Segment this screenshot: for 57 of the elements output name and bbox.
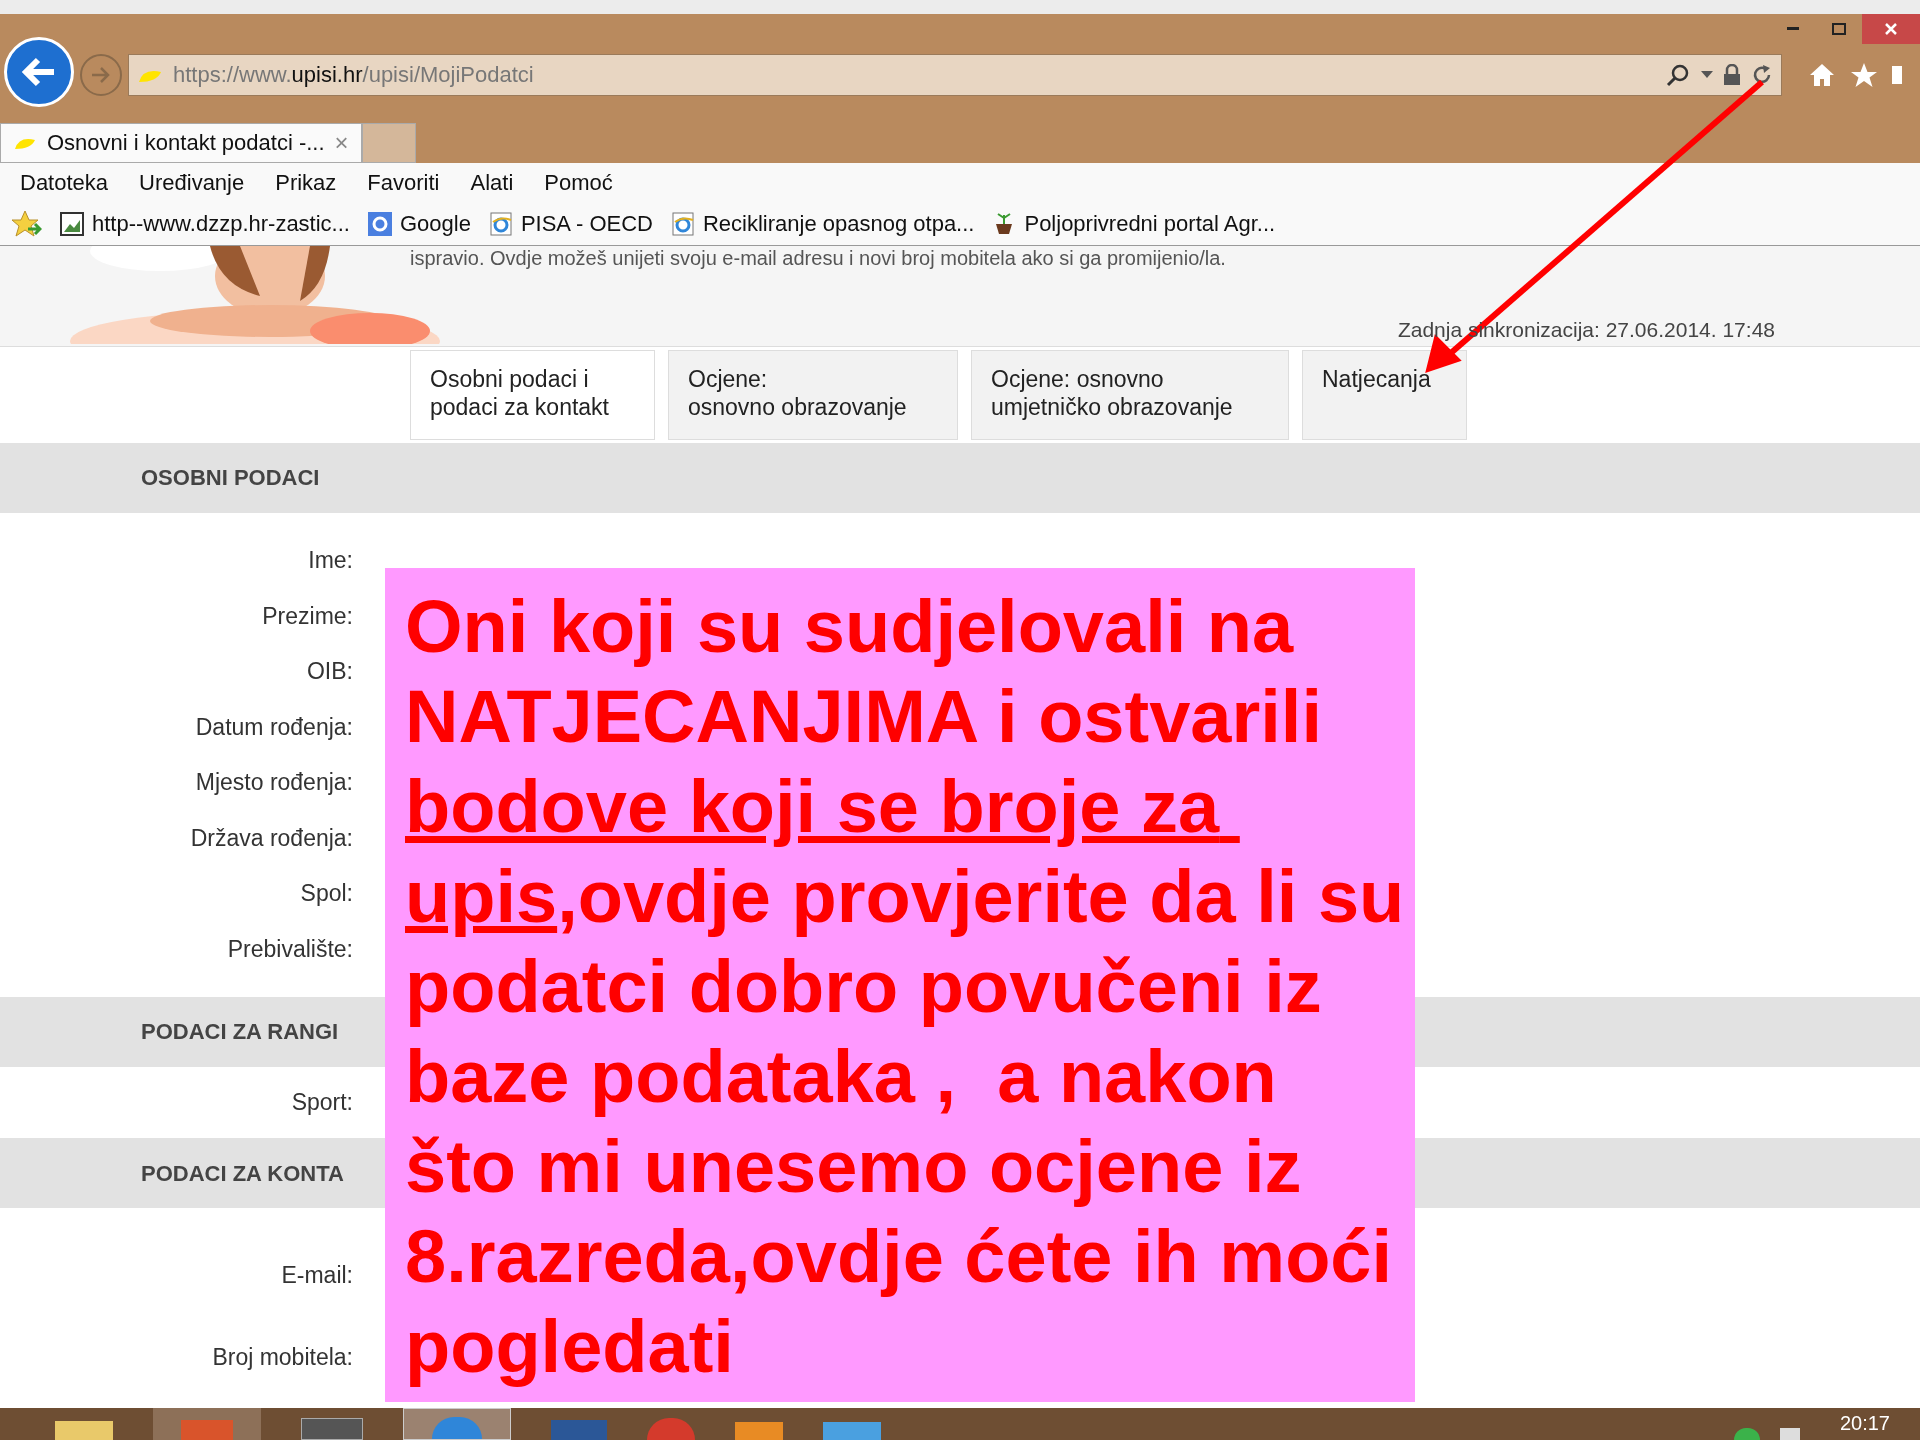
menu-item[interactable]: Pomoć — [544, 165, 613, 199]
caret-icon[interactable] — [1701, 70, 1713, 79]
favorite-link[interactable]: Recikliranje opasnog otpa... — [670, 207, 975, 241]
field-label: Broj mobitela: — [211, 1342, 353, 1372]
new-tab-button[interactable] — [361, 122, 416, 163]
field-label: Mjesto rođenja: — [194, 768, 353, 797]
ie-icon — [488, 211, 513, 236]
field-label: Država rođenja: — [189, 823, 353, 853]
network-icon — [1733, 1428, 1760, 1440]
close-icon — [1884, 21, 1898, 36]
field-label: OIB: — [306, 657, 353, 686]
browser-tab[interactable]: Osnovni i kontakt podatci -... × — [0, 122, 362, 163]
field-label: Datum rođenja: — [194, 712, 353, 742]
clock[interactable]: 20:17 — [1839, 1408, 1890, 1438]
favorites-star-icon[interactable] — [10, 208, 42, 239]
forward-button[interactable] — [80, 53, 122, 96]
favorite-link[interactable]: http--www.dzzp.hr-zastic... — [60, 207, 350, 241]
lock-icon — [1723, 63, 1741, 86]
close-button[interactable] — [1862, 13, 1920, 44]
google-icon — [367, 211, 392, 236]
forward-arrow-icon — [90, 64, 112, 85]
nav-tab[interactable]: Ocjene: osnovno obrazovanje — [668, 349, 958, 440]
tray-icon — [1779, 1428, 1800, 1440]
nav-tab[interactable]: Natjecanja — [1302, 349, 1467, 440]
favorite-link[interactable]: Google — [367, 207, 471, 241]
field-label: Prezime: — [261, 601, 353, 631]
app-icon[interactable] — [647, 1418, 695, 1440]
menu-item[interactable]: Prikaz — [275, 165, 337, 199]
page-icon — [60, 211, 84, 236]
address-bar[interactable]: https://www.upisi.hr/upisi/MojiPodatci — [128, 53, 1782, 96]
close-tab-button[interactable]: × — [334, 124, 349, 161]
section-heading: OSOBNI PODACI — [141, 464, 320, 492]
field-label: Spol: — [299, 879, 353, 908]
tab-title: Osnovni i kontakt podatci -... — [47, 129, 325, 158]
refresh-icon[interactable] — [1751, 63, 1773, 86]
section-heading: PODACI ZA RANGI — [141, 1018, 339, 1046]
field-label: Ime: — [307, 546, 353, 575]
home-icon[interactable] — [1808, 61, 1836, 88]
browser-icon[interactable] — [403, 1408, 511, 1440]
annotation-text: Oni koji su sudjelovali na NATJECANJIMA i ostvarili bodove koji se broje za upis,ovdje provjerite da li su podatci dobro povučeni iz baze podataka , a nakon što mi unesemo ocjene iz 8.razreda,ovdje ćete ih moći pogledati — [385, 568, 1415, 1402]
favorite-link[interactable]: PISA - OECD — [488, 207, 653, 241]
favorites-star-icon[interactable] — [1850, 61, 1878, 88]
nav-tab[interactable]: Osobni podaci i podaci za kontakt — [410, 349, 655, 440]
menu-item[interactable]: Uređivanje — [139, 165, 245, 199]
menu-item[interactable]: Alati — [470, 165, 514, 199]
menu-item[interactable]: Favoriti — [367, 165, 440, 199]
field-label: Sport: — [290, 1088, 353, 1117]
favorite-link[interactable]: Poljoprivredni portal Agr... — [992, 207, 1276, 241]
app-icon[interactable] — [301, 1418, 363, 1440]
nav-tab[interactable]: Ocjene: osnovno umjetničko obrazovanje — [971, 349, 1289, 440]
ie-icon — [670, 211, 695, 236]
section-heading: PODACI ZA KONTA — [141, 1159, 344, 1188]
field-label: Prebivalište: — [226, 934, 353, 964]
menu-item[interactable]: Datoteka — [20, 165, 109, 199]
field-label: E-mail: — [280, 1260, 353, 1290]
intro-text: ispravio. Ovdje možeš unijeti svoju e-mail adresu i novi broj mobitela ako si ga promijenio/la. — [410, 246, 1227, 271]
url-text: https://www.upisi.hr/upisi/MojiPodatci — [173, 61, 534, 90]
